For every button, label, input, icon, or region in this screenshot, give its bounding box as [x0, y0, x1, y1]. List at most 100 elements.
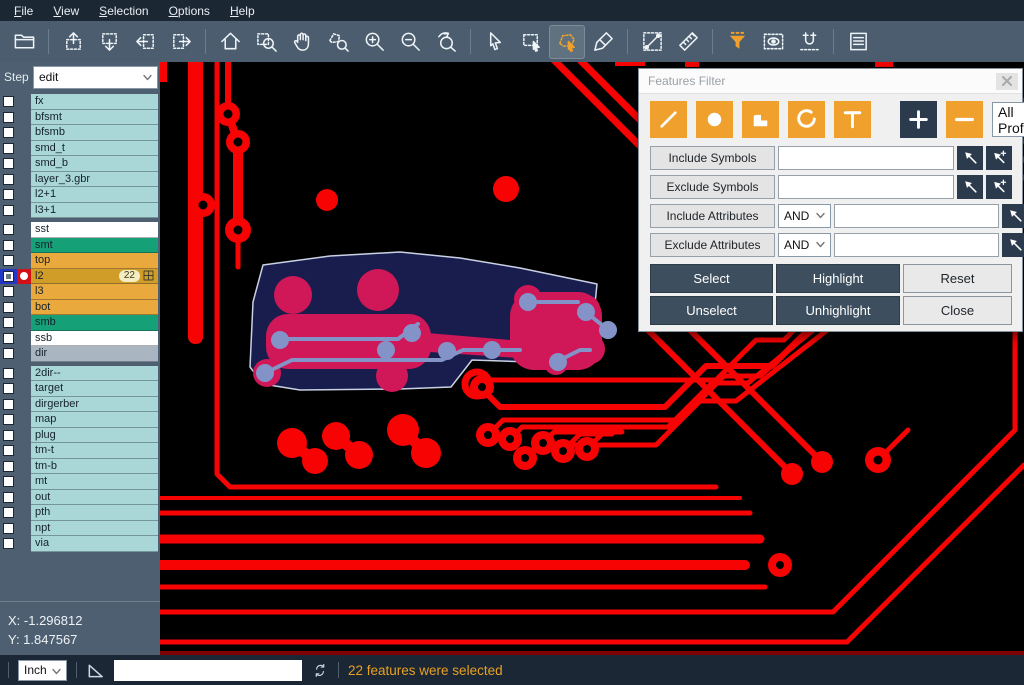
step-select[interactable]: edit — [33, 66, 158, 89]
layer-name-cell[interactable]: mt — [31, 474, 158, 490]
layer-visibility-checkbox[interactable] — [0, 300, 17, 316]
angle-corner-icon[interactable] — [86, 661, 105, 680]
layer-active-indicator[interactable] — [17, 222, 31, 238]
layer-name-cell[interactable]: l2+1 — [31, 187, 158, 203]
layer-active-indicator[interactable] — [17, 397, 31, 413]
layer-name-cell[interactable]: l3 — [31, 284, 158, 300]
layer-active-indicator[interactable] — [17, 172, 31, 188]
layer-active-indicator[interactable] — [17, 381, 31, 397]
menu-item-selection[interactable]: Selection — [89, 2, 158, 20]
exclude-symbols-pick-button[interactable] — [957, 175, 983, 199]
layer-active-indicator[interactable] — [17, 366, 31, 382]
layer-active-indicator[interactable] — [17, 536, 31, 552]
pan-down-button[interactable] — [91, 25, 127, 59]
layer-active-indicator[interactable] — [17, 94, 31, 110]
features-filter-button[interactable] — [719, 25, 755, 59]
layer-active-indicator[interactable] — [17, 284, 31, 300]
layer-active-indicator[interactable] — [17, 141, 31, 157]
layer-active-indicator[interactable] — [17, 459, 31, 475]
menu-item-view[interactable]: View — [43, 2, 89, 20]
include-symbols-input[interactable] — [778, 146, 954, 170]
close-button[interactable]: Close — [903, 296, 1012, 325]
filter-pad-toggle[interactable] — [696, 101, 733, 138]
measure-distance-button[interactable] — [634, 25, 670, 59]
layer-visibility-checkbox[interactable] — [0, 110, 17, 126]
layer-active-indicator[interactable] — [17, 490, 31, 506]
layer-name-cell[interactable]: map — [31, 412, 158, 428]
layer-visibility-checkbox[interactable] — [0, 412, 17, 428]
layer-row-l3+1[interactable]: l3+1 — [0, 203, 160, 219]
layer-name-cell[interactable]: npt — [31, 521, 158, 537]
layer-active-indicator[interactable] — [17, 125, 31, 141]
layer-name-cell[interactable]: plug — [31, 428, 158, 444]
layer-name-cell[interactable]: sst — [31, 222, 158, 238]
select-cursor-button[interactable] — [477, 25, 513, 59]
layer-name-cell[interactable]: bfsmb — [31, 125, 158, 141]
menu-item-file[interactable]: File — [4, 2, 43, 20]
layer-name-cell[interactable]: dir — [31, 346, 158, 362]
zoom-object-button[interactable] — [320, 25, 356, 59]
layer-visibility-checkbox[interactable] — [0, 505, 17, 521]
layer-row-sst[interactable]: sst — [0, 222, 160, 238]
exclude-attributes-operator-select[interactable]: AND — [778, 233, 831, 257]
layer-active-indicator[interactable] — [17, 110, 31, 126]
layer-name-cell[interactable]: target — [31, 381, 158, 397]
zoom-window-button[interactable] — [248, 25, 284, 59]
layer-visibility-checkbox[interactable] — [0, 253, 17, 269]
layer-name-cell[interactable]: smd_b — [31, 156, 158, 172]
unselect-button[interactable]: Unselect — [650, 296, 773, 325]
layer-row-plug[interactable]: plug — [0, 428, 160, 444]
include-symbols-pick-add-button[interactable] — [986, 146, 1012, 170]
layer-row-l2[interactable]: l222 — [0, 269, 160, 285]
layer-row-target[interactable]: target — [0, 381, 160, 397]
layer-visibility-checkbox[interactable] — [0, 331, 17, 347]
layer-row-mt[interactable]: mt — [0, 474, 160, 490]
exclude-symbols-button[interactable]: Exclude Symbols — [650, 175, 775, 199]
layer-row-dir[interactable]: dir — [0, 346, 160, 362]
layer-row-bfsmb[interactable]: bfsmb — [0, 125, 160, 141]
pan-up-button[interactable] — [55, 25, 91, 59]
layer-visibility-checkbox[interactable] — [0, 443, 17, 459]
profile-select[interactable]: All Profile — [992, 102, 1024, 137]
layer-row-npt[interactable]: npt — [0, 521, 160, 537]
layer-active-indicator[interactable] — [17, 346, 31, 362]
filter-remove-mode-button[interactable] — [946, 101, 983, 138]
reset-button[interactable]: Reset — [903, 264, 1012, 293]
filter-add-mode-button[interactable] — [900, 101, 937, 138]
layer-name-cell[interactable]: tm-t — [31, 443, 158, 459]
layer-row-l2+1[interactable]: l2+1 — [0, 187, 160, 203]
exclude-attributes-pick-button[interactable] — [1002, 233, 1024, 257]
layer-row-smb[interactable]: smb — [0, 315, 160, 331]
filter-surface-toggle[interactable] — [742, 101, 779, 138]
layer-name-cell[interactable]: via — [31, 536, 158, 552]
layer-visibility-checkbox[interactable] — [0, 284, 17, 300]
layer-active-indicator[interactable] — [17, 315, 31, 331]
layer-row-2dir--[interactable]: 2dir-- — [0, 366, 160, 382]
layer-visibility-checkbox[interactable] — [0, 315, 17, 331]
layer-visibility-checkbox[interactable] — [0, 172, 17, 188]
layer-active-indicator[interactable] — [17, 505, 31, 521]
layer-visibility-checkbox[interactable] — [0, 428, 17, 444]
layer-active-indicator[interactable] — [17, 269, 31, 285]
layer-visibility-checkbox[interactable] — [0, 203, 17, 219]
pan-left-button[interactable] — [127, 25, 163, 59]
menu-item-options[interactable]: Options — [159, 2, 220, 20]
layer-name-cell[interactable]: dirgerber — [31, 397, 158, 413]
layer-name-cell[interactable]: out — [31, 490, 158, 506]
layer-visibility-checkbox[interactable] — [0, 490, 17, 506]
layer-name-cell[interactable]: ssb — [31, 331, 158, 347]
open-project-button[interactable] — [6, 25, 42, 59]
layer-active-indicator[interactable] — [17, 331, 31, 347]
pan-hand-button[interactable] — [284, 25, 320, 59]
layer-active-indicator[interactable] — [17, 253, 31, 269]
layer-row-layer_3.gbr[interactable]: layer_3.gbr — [0, 172, 160, 188]
layer-visibility-checkbox[interactable] — [0, 459, 17, 475]
include-attributes-operator-select[interactable]: AND — [778, 204, 831, 228]
layer-visibility-checkbox[interactable] — [0, 187, 17, 203]
layer-row-out[interactable]: out — [0, 490, 160, 506]
layer-row-smt[interactable]: smt — [0, 238, 160, 254]
zoom-in-button[interactable] — [356, 25, 392, 59]
layer-row-bot[interactable]: bot — [0, 300, 160, 316]
layer-row-smd_b[interactable]: smd_b — [0, 156, 160, 172]
pan-right-button[interactable] — [163, 25, 199, 59]
